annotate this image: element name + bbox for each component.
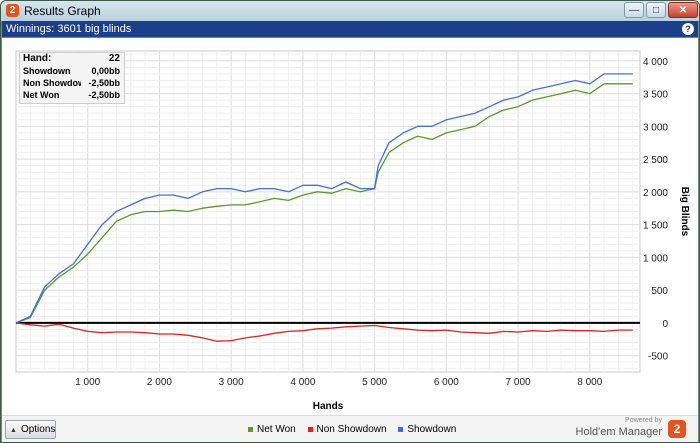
powered-by-text: Powered by [625, 417, 662, 424]
y-tick-label: 4 000 [643, 57, 668, 68]
info-row-showdown: Showdown 0,00bb [20, 65, 124, 77]
y-tick-label: 500 [651, 286, 668, 297]
app-icon: 2 [6, 4, 19, 17]
x-axis-title: Hands [313, 401, 344, 412]
legend-swatch [307, 426, 313, 432]
info-row-hand: Hand: 22 [20, 53, 124, 65]
x-tick-label: 7 000 [506, 377, 531, 388]
options-button[interactable]: ▲ Options [5, 420, 56, 439]
winnings-summary: Winnings: 3601 big blinds [6, 23, 132, 35]
maximize-icon: □ [652, 5, 660, 16]
info-value: -2,50bb [88, 78, 120, 88]
info-row-net-won: Net Won -2,50bb [20, 89, 124, 101]
y-tick-label: 0 [662, 319, 668, 330]
y-tick-label: 1 000 [643, 253, 668, 264]
x-tick-label: 8 000 [577, 377, 602, 388]
legend-item-non-showdown: Non Showdown [307, 424, 387, 435]
legend-swatch [398, 426, 404, 432]
chart-legend: Net Won Non Showdown Showdown [248, 424, 465, 435]
y-tick-label: 3 000 [643, 122, 668, 133]
minimize-icon: — [629, 5, 639, 16]
y-axis-title: Big Blinds [679, 187, 690, 237]
results-graph-window: 2 Results Graph — □ ✕ Winnings: 3601 big… [0, 0, 700, 443]
maximize-button[interactable]: □ [646, 2, 666, 18]
info-value: 22 [108, 53, 120, 64]
info-label: Showdown [23, 66, 71, 76]
winnings-header: Winnings: 3601 big blinds ? [2, 21, 698, 37]
x-tick-label: 1 000 [75, 377, 100, 388]
title-bar[interactable]: 2 Results Graph — □ ✕ [1, 1, 699, 21]
brand-logo-icon: 2 [668, 420, 686, 438]
legend-swatch [248, 426, 253, 432]
hand-info-box: Hand: 22 Showdown 0,00bb Non Showdown -2… [19, 52, 125, 104]
info-row-non-showdown: Non Showdown -2,50bb [20, 77, 124, 89]
chevron-up-icon: ▲ [10, 427, 17, 434]
legend-label: Showdown [407, 424, 457, 435]
x-tick-label: 6 000 [434, 377, 459, 388]
info-label: Non Showdown [23, 78, 81, 88]
y-tick-label: 3 500 [643, 90, 668, 101]
y-tick-label: 1 500 [643, 221, 668, 232]
footer-bar: ▲ Options Net Won Non Showdown Showdown P… [2, 415, 698, 442]
x-tick-label: 2 000 [147, 377, 172, 388]
x-tick-label: 5 000 [362, 377, 387, 388]
legend-item-showdown: Showdown [398, 424, 456, 435]
brand-name: Hold'em Manager [575, 426, 662, 438]
window-title: Results Graph [24, 4, 101, 18]
help-icon[interactable]: ? [682, 23, 694, 35]
y-tick-label: 2 000 [643, 188, 668, 199]
x-tick-label: 3 000 [219, 377, 244, 388]
info-label: Net Won [23, 90, 60, 100]
y-tick-label: -500 [648, 352, 668, 363]
close-button[interactable]: ✕ [668, 2, 698, 18]
legend-label: Net Won [257, 424, 296, 435]
info-value: -2,50bb [88, 90, 120, 100]
minimize-button[interactable]: — [624, 2, 644, 18]
info-label: Hand: [23, 53, 52, 64]
options-label: Options [20, 424, 56, 435]
info-value: 0,00bb [91, 66, 120, 76]
y-tick-label: 2 500 [643, 155, 668, 166]
legend-item-net-won: Net Won [248, 424, 296, 435]
x-tick-label: 4 000 [290, 377, 315, 388]
close-icon: ✕ [678, 5, 688, 16]
legend-label: Non Showdown [316, 424, 387, 435]
